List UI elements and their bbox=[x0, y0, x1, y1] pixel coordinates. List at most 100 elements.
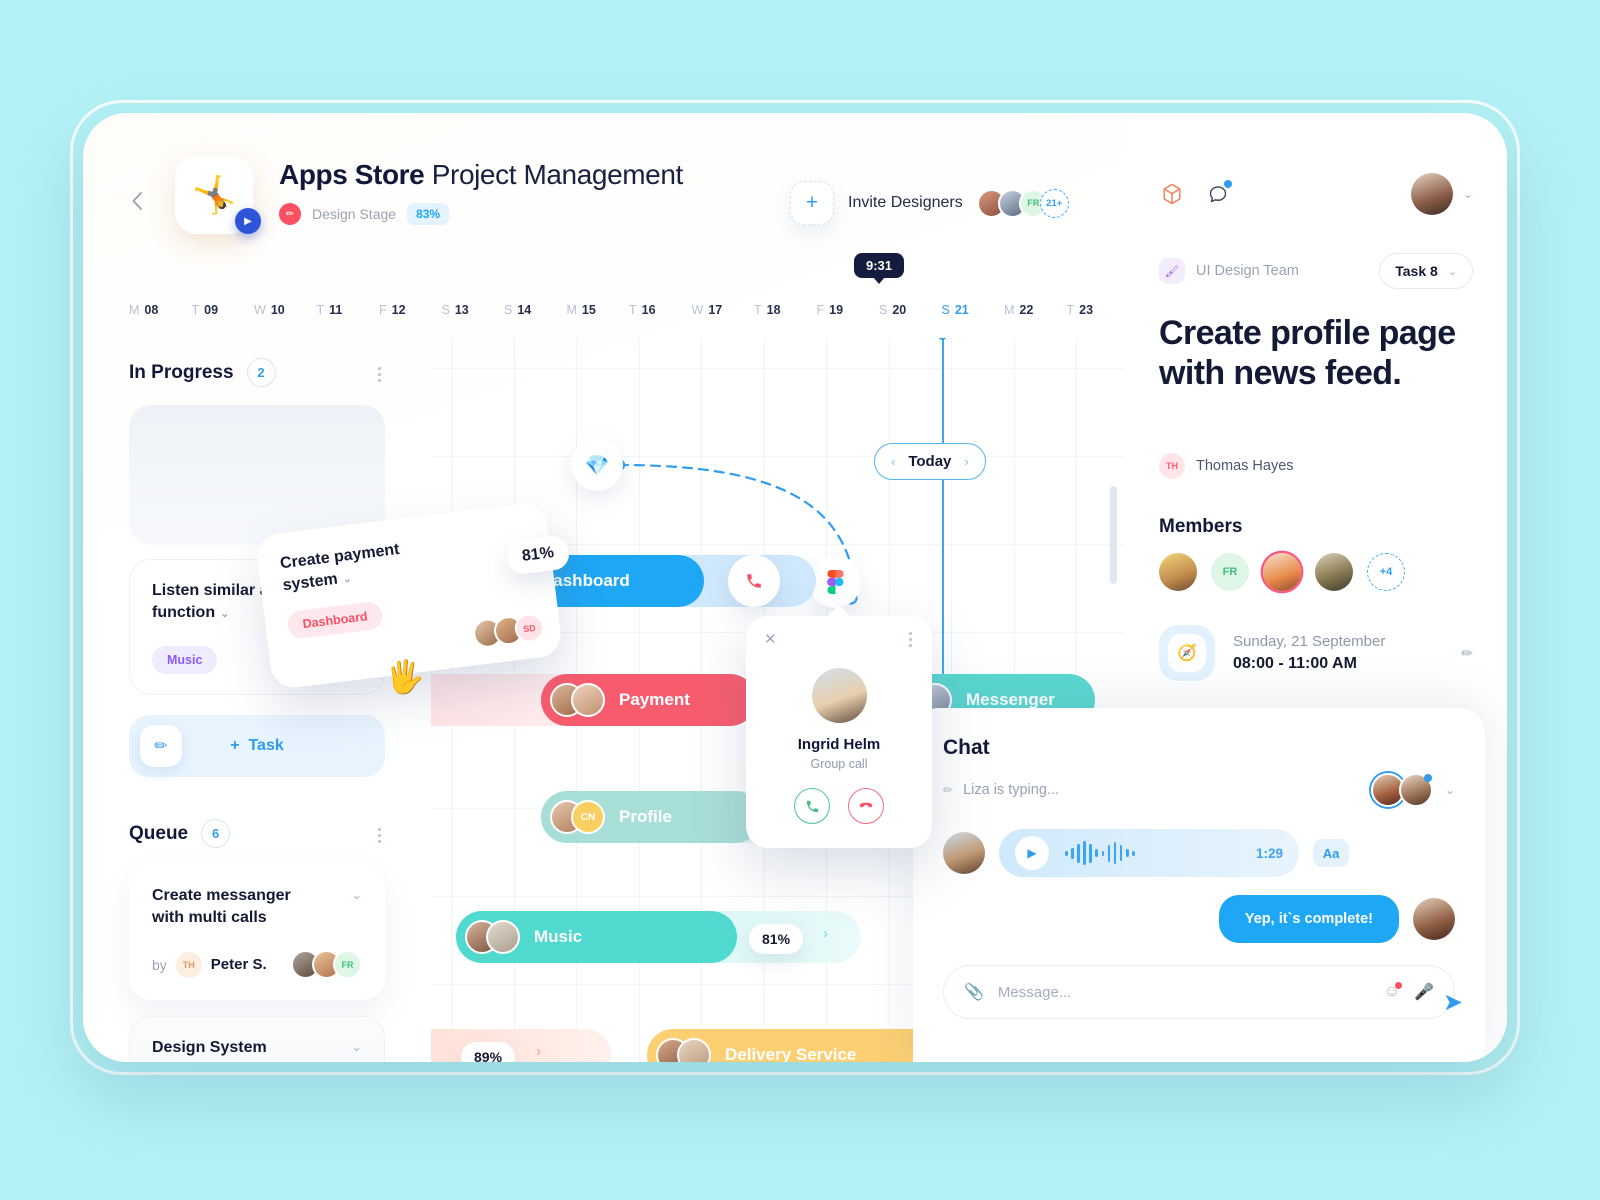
section-menu-icon[interactable] bbox=[378, 825, 381, 846]
date-tick[interactable]: F 19 bbox=[817, 303, 844, 317]
date-tick[interactable]: W 17 bbox=[692, 303, 723, 317]
user-avatar[interactable] bbox=[1410, 173, 1453, 215]
chevron-down-icon[interactable]: ⌄ bbox=[342, 572, 353, 585]
attachment-icon[interactable]: 📎 bbox=[964, 982, 984, 1002]
date-tick[interactable]: T 09 bbox=[192, 303, 219, 317]
incoming-call-popup[interactable]: ✕ Ingrid Helm Group call bbox=[746, 616, 932, 848]
chevron-down-icon[interactable]: ⌄ bbox=[1463, 187, 1473, 201]
members-overflow-badge[interactable]: +4 bbox=[1367, 553, 1405, 591]
task-card-tag[interactable]: Music bbox=[152, 645, 218, 674]
avatar-initials[interactable]: FR bbox=[1211, 553, 1249, 591]
team-row: 🖌 UI Design Team Task 8 ⌄ bbox=[1159, 253, 1473, 289]
date-num: 15 bbox=[581, 303, 596, 317]
play-icon[interactable]: ▶ bbox=[235, 208, 261, 234]
author-name: Thomas Hayes bbox=[1196, 458, 1294, 474]
pencil-icon: ✏ bbox=[943, 783, 954, 797]
caller-name: Ingrid Helm bbox=[797, 736, 881, 753]
date-tick[interactable]: S 13 bbox=[442, 303, 469, 317]
date-dow: S bbox=[441, 303, 450, 317]
bar-expand-icon[interactable]: › bbox=[823, 925, 828, 942]
gantt-bar-payment[interactable]: Payment bbox=[541, 674, 756, 726]
task-selector[interactable]: Task 8 ⌄ bbox=[1379, 253, 1473, 289]
date-tick[interactable]: W 10 bbox=[254, 303, 285, 317]
gantt-bar-music[interactable]: Music bbox=[456, 911, 737, 963]
back-icon[interactable] bbox=[125, 189, 149, 213]
queue-card-footer: by TH Peter S. FR bbox=[152, 950, 362, 980]
chevron-down-icon[interactable]: ⌄ bbox=[220, 608, 229, 620]
chevron-down-icon[interactable]: ⌄ bbox=[351, 887, 362, 903]
chat-message-bubble[interactable]: Yep, it`s complete! bbox=[1218, 895, 1399, 943]
close-icon[interactable]: ✕ bbox=[764, 630, 777, 648]
queue-card[interactable]: Create messanger with multi calls ⌄ by T… bbox=[129, 864, 385, 1001]
avatar[interactable] bbox=[1263, 553, 1301, 591]
date-tick[interactable]: M 22 bbox=[1004, 303, 1033, 317]
date-num: 09 bbox=[204, 303, 219, 317]
phone-icon bbox=[806, 800, 818, 812]
call-menu-icon[interactable] bbox=[909, 629, 912, 650]
queue-card-title: Design System bbox=[152, 1039, 267, 1057]
chevron-down-icon[interactable]: ⌄ bbox=[351, 1039, 362, 1055]
dragged-card-tag[interactable]: Dashboard bbox=[286, 600, 385, 641]
avatar[interactable] bbox=[1398, 773, 1433, 807]
add-designer-button[interactable]: + bbox=[790, 181, 834, 225]
bar-expand-icon[interactable]: › bbox=[536, 1043, 541, 1060]
invite-overflow-badge[interactable]: 21+ bbox=[1039, 188, 1069, 218]
date-tick[interactable]: M 08 bbox=[129, 303, 158, 317]
caller-avatar bbox=[811, 668, 867, 723]
chat-bubble-icon[interactable] bbox=[1205, 180, 1232, 207]
accept-call-button[interactable] bbox=[794, 788, 830, 824]
emoji-icon[interactable]: ☺ bbox=[1384, 982, 1403, 1001]
waveform-bar bbox=[1071, 847, 1074, 859]
date-tick[interactable]: T 16 bbox=[629, 303, 656, 317]
dragged-card-avatars[interactable]: SD bbox=[471, 611, 546, 650]
grid-line-horizontal bbox=[431, 456, 1125, 457]
next-day-icon[interactable]: › bbox=[964, 454, 968, 469]
date-tick[interactable]: M 15 bbox=[567, 303, 596, 317]
decline-call-button[interactable] bbox=[848, 788, 884, 824]
text-format-button[interactable]: Aa bbox=[1313, 839, 1349, 867]
queue-card[interactable]: Design System ⌄ by TH Peter S. FR bbox=[129, 1016, 385, 1062]
gantt-bar-profile[interactable]: CN Profile bbox=[541, 791, 761, 843]
edit-icon[interactable]: ✏ bbox=[1461, 645, 1473, 662]
phone-icon bbox=[747, 574, 761, 588]
date-tick[interactable]: F 12 bbox=[379, 303, 406, 317]
voice-bubble[interactable]: ▶ 1:29 bbox=[999, 829, 1299, 877]
message-composer[interactable]: 📎 Message... ☺ 🎤 bbox=[943, 965, 1455, 1019]
sketch-icon-bubble[interactable]: 💎 bbox=[571, 439, 623, 491]
add-task-button[interactable]: ✏ + Task bbox=[129, 715, 385, 778]
notification-dot bbox=[1224, 180, 1232, 188]
designer-avatar-stack[interactable]: FR 21+ bbox=[976, 188, 1069, 218]
cube-icon[interactable] bbox=[1159, 181, 1185, 207]
date-tick[interactable]: T 11 bbox=[317, 303, 343, 317]
today-navigator[interactable]: ‹ Today › bbox=[874, 443, 986, 480]
date-dow: T bbox=[1066, 303, 1075, 317]
chevron-down-icon[interactable]: ⌄ bbox=[1445, 783, 1455, 797]
figma-icon-bubble[interactable] bbox=[809, 556, 861, 608]
send-icon[interactable]: ➤ bbox=[1443, 988, 1463, 1017]
avatar[interactable] bbox=[1315, 553, 1353, 591]
date-dow: F bbox=[816, 303, 825, 317]
avatar bbox=[677, 1038, 711, 1062]
date-dow: T bbox=[191, 303, 200, 317]
timeline-scrollbar[interactable] bbox=[1110, 486, 1117, 584]
date-tick[interactable]: S 14 bbox=[504, 303, 531, 317]
call-icon-bubble[interactable] bbox=[728, 555, 780, 607]
chat-participants: ⌄ bbox=[1370, 773, 1455, 807]
date-tick[interactable]: S 21 bbox=[942, 303, 969, 317]
avatar[interactable] bbox=[1159, 553, 1197, 591]
waveform-bar bbox=[1095, 849, 1099, 857]
app-window: 🤸 ▶ Apps Store Project Management ✏ Desi… bbox=[83, 113, 1507, 1062]
prev-day-icon[interactable]: ‹ bbox=[891, 454, 895, 469]
bar-avatars bbox=[550, 683, 605, 717]
play-icon[interactable]: ▶ bbox=[1015, 836, 1049, 870]
message-input[interactable]: Message... bbox=[998, 984, 1370, 1001]
date-tick[interactable]: T 18 bbox=[754, 303, 781, 317]
queue-card-avatars[interactable]: FR bbox=[291, 950, 362, 980]
date-dow: M bbox=[566, 303, 577, 317]
microphone-icon[interactable]: 🎤 bbox=[1414, 982, 1434, 1002]
date-tick[interactable]: T 23 bbox=[1067, 303, 1094, 317]
section-menu-icon[interactable] bbox=[378, 364, 381, 385]
date-dow: S bbox=[941, 303, 950, 317]
bar-label: Messenger bbox=[966, 690, 1055, 709]
date-tick[interactable]: S 20 bbox=[879, 303, 906, 317]
